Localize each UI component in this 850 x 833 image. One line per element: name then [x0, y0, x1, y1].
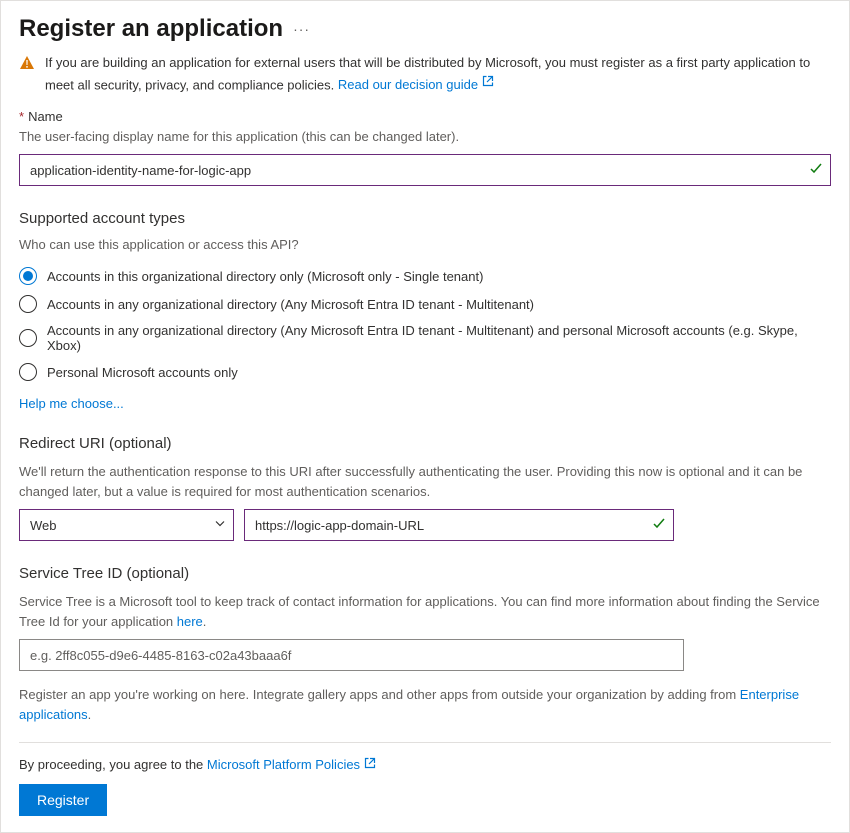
radio-option-personal-only[interactable]: Personal Microsoft accounts only — [19, 358, 831, 386]
platform-select[interactable] — [19, 509, 234, 541]
service-tree-id-input[interactable] — [19, 639, 684, 671]
radio-label: Personal Microsoft accounts only — [47, 365, 238, 380]
page-title: Register an application — [19, 15, 283, 43]
service-tree-heading: Service Tree ID (optional) — [19, 565, 831, 582]
check-icon — [809, 162, 823, 179]
redirect-uri-help: We'll return the authentication response… — [19, 462, 831, 501]
radio-icon — [19, 329, 37, 347]
radio-option-multitenant-personal[interactable]: Accounts in any organizational directory… — [19, 318, 831, 358]
help-me-choose-link[interactable]: Help me choose... — [19, 396, 124, 411]
redirect-uri-input[interactable] — [244, 509, 674, 541]
agree-text: By proceeding, you agree to the Microsof… — [19, 757, 831, 772]
radio-label: Accounts in any organizational directory… — [47, 297, 534, 312]
check-icon — [652, 517, 666, 534]
radio-option-single-tenant[interactable]: Accounts in this organizational director… — [19, 262, 831, 290]
warning-banner: If you are building an application for e… — [19, 53, 831, 95]
footer-note: Register an app you're working on here. … — [19, 685, 831, 724]
account-types-subtitle: Who can use this application or access t… — [19, 237, 831, 252]
more-actions-icon[interactable]: ··· — [293, 21, 310, 37]
platform-policies-link[interactable]: Microsoft Platform Policies — [207, 757, 376, 772]
service-tree-here-link[interactable]: here — [177, 614, 203, 629]
radio-label: Accounts in this organizational director… — [47, 269, 483, 284]
name-help: The user-facing display name for this ap… — [19, 127, 831, 147]
radio-icon — [19, 267, 37, 285]
decision-guide-link[interactable]: Read our decision guide — [338, 77, 494, 92]
radio-icon — [19, 363, 37, 381]
radio-option-multitenant[interactable]: Accounts in any organizational directory… — [19, 290, 831, 318]
radio-icon — [19, 295, 37, 313]
name-label: *Name — [19, 109, 831, 124]
account-types-radio-group: Accounts in this organizational director… — [19, 262, 831, 386]
radio-label: Accounts in any organizational directory… — [47, 323, 831, 353]
external-link-icon — [482, 73, 494, 93]
register-button[interactable]: Register — [19, 784, 107, 816]
external-link-icon — [364, 757, 376, 772]
account-types-heading: Supported account types — [19, 210, 831, 227]
service-tree-help: Service Tree is a Microsoft tool to keep… — [19, 592, 831, 631]
divider — [19, 742, 831, 743]
warning-text: If you are building an application for e… — [45, 53, 831, 95]
name-input[interactable] — [19, 154, 831, 186]
required-star-icon: * — [19, 109, 24, 124]
warning-icon — [19, 53, 35, 77]
redirect-uri-heading: Redirect URI (optional) — [19, 435, 831, 452]
